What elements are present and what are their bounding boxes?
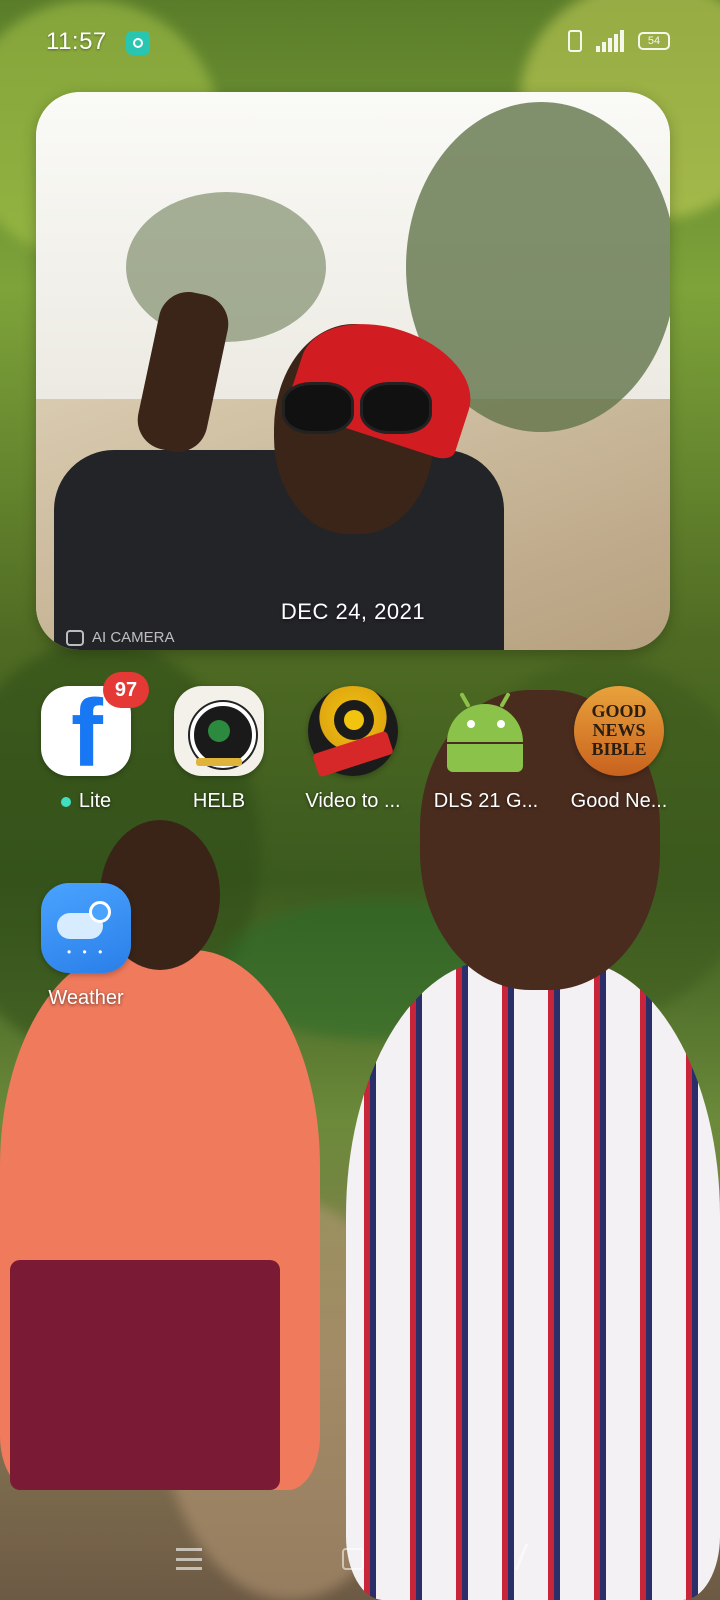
app-weather[interactable]: • • • Weather bbox=[21, 883, 151, 1010]
recent-apps-icon[interactable] bbox=[176, 1548, 202, 1570]
app-label-text: Video to ... bbox=[305, 790, 401, 812]
android-antenna bbox=[459, 692, 471, 708]
good-news-bible-icon[interactable]: GOOD NEWS BIBLE bbox=[574, 686, 664, 776]
photo-widget[interactable]: DEC 24, 2021 AI CAMERA bbox=[36, 92, 670, 650]
photo-person-sunglasses bbox=[282, 382, 432, 434]
app-label: DLS 21 G... bbox=[421, 790, 551, 813]
android-antenna bbox=[499, 692, 511, 708]
notification-app-icon bbox=[126, 31, 150, 55]
app-label-text: Lite bbox=[78, 790, 112, 812]
helb-icon[interactable] bbox=[174, 686, 264, 776]
facebook-lite-icon[interactable]: f 97 bbox=[41, 672, 149, 787]
app-label: HELB bbox=[154, 790, 284, 813]
app-label: Video to ... bbox=[288, 790, 418, 813]
vibrate-icon bbox=[568, 30, 582, 52]
app-label-text: Weather bbox=[48, 987, 124, 1009]
app-label: Lite bbox=[21, 790, 151, 813]
app-helb[interactable]: HELB bbox=[154, 686, 284, 813]
android-body bbox=[447, 744, 523, 772]
battery-icon: 54 bbox=[638, 32, 670, 50]
wallpaper-person-left-skirt bbox=[10, 1260, 280, 1490]
ai-camera-watermark: AI CAMERA bbox=[66, 629, 175, 646]
new-install-dot bbox=[60, 796, 71, 807]
android-eye bbox=[467, 720, 475, 728]
app-facebook-lite[interactable]: f 97 Lite bbox=[21, 672, 151, 813]
app-dls-21[interactable]: DLS 21 G... bbox=[421, 686, 551, 813]
helb-ribbon bbox=[196, 758, 242, 766]
status-icons: 54 bbox=[568, 30, 670, 52]
app-label: Weather bbox=[21, 987, 151, 1010]
weather-icon[interactable]: • • • bbox=[41, 883, 131, 973]
android-eye bbox=[497, 720, 505, 728]
ai-camera-icon bbox=[66, 629, 84, 646]
app-good-news-bible[interactable]: GOOD NEWS BIBLE Good Ne... bbox=[554, 686, 684, 813]
navigation-bar bbox=[0, 1530, 720, 1600]
android-icon[interactable] bbox=[441, 686, 531, 776]
video-reel-icon[interactable] bbox=[308, 686, 398, 778]
sun-shape bbox=[89, 901, 111, 923]
bible-icon-text: GOOD NEWS BIBLE bbox=[591, 701, 647, 759]
app-label-text: Good Ne... bbox=[570, 790, 668, 812]
back-icon[interactable] bbox=[514, 1544, 545, 1570]
wallpaper-person-right bbox=[346, 960, 720, 1600]
app-label: Good Ne... bbox=[554, 790, 684, 813]
facebook-f-glyph: f bbox=[71, 680, 103, 787]
status-time: 11:57 bbox=[46, 28, 107, 55]
app-label-text: HELB bbox=[192, 790, 246, 812]
app-video-to[interactable]: Video to ... bbox=[288, 686, 418, 813]
photo-date: DEC 24, 2021 bbox=[280, 599, 426, 624]
rain-drops: • • • bbox=[67, 945, 107, 959]
android-head bbox=[447, 704, 523, 742]
ai-camera-label: AI CAMERA bbox=[92, 629, 175, 646]
notification-badge: 97 bbox=[103, 672, 149, 708]
home-icon[interactable] bbox=[342, 1548, 364, 1570]
app-label-text: DLS 21 G... bbox=[433, 790, 539, 812]
film-reel bbox=[334, 700, 374, 740]
status-bar: 11:57 54 bbox=[0, 0, 720, 84]
signal-strength-icon bbox=[596, 30, 624, 52]
